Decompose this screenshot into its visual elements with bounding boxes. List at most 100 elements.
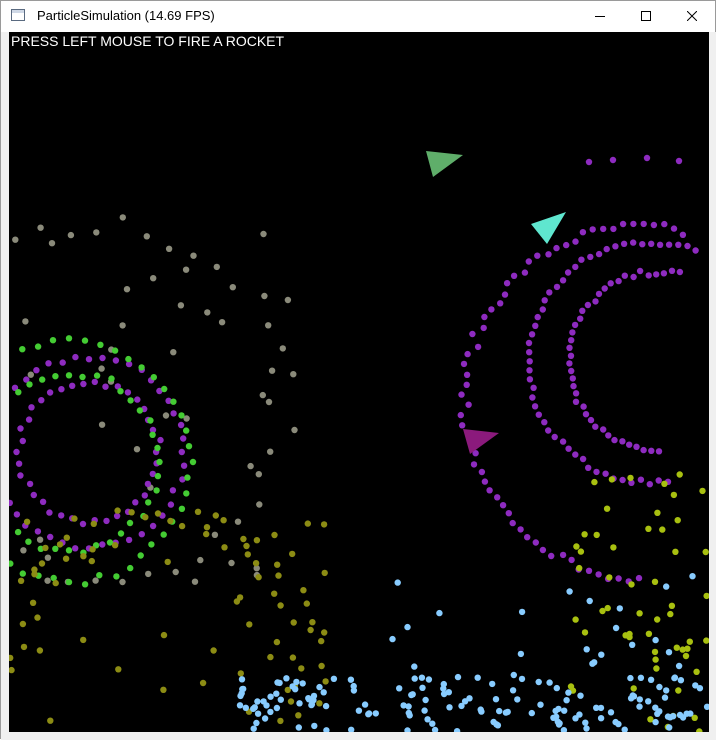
olive-particle <box>71 515 78 522</box>
purple-particle <box>103 517 110 525</box>
light-blue-particle <box>647 676 655 683</box>
yellow-green-particle <box>627 474 634 482</box>
green-particle <box>127 397 134 404</box>
green-particle <box>25 538 32 545</box>
purple-particle <box>169 487 177 494</box>
purple-particle <box>592 298 599 305</box>
olive-particle <box>62 555 70 562</box>
gray-particle <box>197 556 204 564</box>
gray-particle <box>44 554 52 561</box>
olive-particle <box>111 542 119 549</box>
light-blue-particle <box>408 691 415 699</box>
light-blue-particle <box>637 674 645 681</box>
purple-particle <box>526 367 533 374</box>
purple-particle <box>610 225 617 233</box>
light-blue-particle <box>260 698 267 705</box>
green-particle <box>184 474 191 481</box>
light-blue-particle <box>274 679 281 686</box>
simulation-canvas[interactable]: PRESS LEFT MOUSE TO FIRE A ROCKET <box>9 32 709 732</box>
yellow-green-particle <box>576 564 583 572</box>
purple-particle <box>486 487 493 494</box>
purple-particle <box>676 268 684 276</box>
olive-particle <box>212 512 219 519</box>
purple-particle <box>517 526 524 533</box>
minimize-button[interactable] <box>577 1 623 31</box>
yellow-green-particle <box>636 610 643 617</box>
close-button[interactable] <box>669 1 715 31</box>
green-particle <box>147 417 154 424</box>
green-particle <box>81 337 89 344</box>
olive-particle <box>307 626 314 634</box>
green-particle <box>81 581 89 588</box>
olive-particle <box>240 535 247 543</box>
green-particle <box>111 347 119 354</box>
light-blue-particle <box>696 685 704 692</box>
yellow-green-particle <box>699 487 706 495</box>
light-blue-particle <box>493 721 500 728</box>
purple-particle <box>621 272 628 279</box>
light-blue-particle <box>583 646 590 653</box>
purple-particle <box>572 390 580 397</box>
purple-particle <box>670 225 678 232</box>
gray-particle <box>93 229 100 236</box>
gray-particle <box>182 266 190 273</box>
purple-particle <box>465 401 472 408</box>
light-blue-particle <box>489 680 496 688</box>
light-blue-particle <box>621 726 628 732</box>
yellow-green-particle <box>606 574 613 581</box>
olive-particle <box>17 577 25 584</box>
purple-particle <box>481 478 489 485</box>
purple-particle <box>480 324 487 332</box>
olive-particle <box>236 594 244 601</box>
yellow-green-particle <box>661 480 668 487</box>
purple-particle <box>609 156 617 164</box>
green-particle <box>136 407 144 414</box>
maximize-button[interactable] <box>623 1 669 31</box>
olive-particle <box>252 560 260 567</box>
olive-particle <box>318 662 325 670</box>
purple-particle <box>526 376 534 383</box>
cyan-rocket <box>531 212 566 244</box>
purple-particle <box>572 451 579 458</box>
purple-particle <box>585 464 592 471</box>
light-blue-particle <box>663 583 670 590</box>
light-blue-particle <box>311 722 318 730</box>
green-particle <box>117 388 124 395</box>
purple-particle <box>30 491 37 499</box>
light-blue-particle <box>577 692 584 699</box>
light-blue-particle <box>418 674 426 681</box>
purple-particle <box>178 448 185 456</box>
olive-particle <box>298 665 305 672</box>
light-blue-particle <box>350 682 357 690</box>
green-particle <box>49 337 57 344</box>
purple-particle <box>9 499 13 507</box>
purple-particle <box>526 358 533 365</box>
yellow-green-particle <box>696 728 703 732</box>
olive-particle <box>274 561 281 568</box>
purple-particle <box>534 252 541 259</box>
yellow-green-particle <box>645 630 653 637</box>
purple-particle <box>579 455 587 463</box>
light-blue-particle <box>320 689 327 696</box>
yellow-green-particle <box>672 548 679 555</box>
green-particle <box>154 444 161 452</box>
purple-particle <box>463 371 471 378</box>
window-app-icon <box>11 9 25 21</box>
light-blue-particle <box>553 684 560 692</box>
purple-particle <box>563 241 570 249</box>
light-blue-particle <box>666 714 674 721</box>
purple-particle <box>124 389 132 396</box>
purple-particle <box>488 306 495 313</box>
purple-particle <box>530 384 537 391</box>
title-bar[interactable]: ParticleSimulation (14.69 FPS) <box>1 1 715 31</box>
purple-particle <box>469 330 476 338</box>
purple-particle <box>33 367 40 374</box>
purple-particle <box>637 476 645 483</box>
green-particle <box>9 560 14 567</box>
light-blue-particle <box>663 687 670 694</box>
light-blue-particle <box>454 673 462 681</box>
maximize-icon <box>641 11 651 21</box>
purple-particle <box>58 512 65 519</box>
gray-particle <box>98 421 106 428</box>
purple-particle <box>565 445 572 452</box>
